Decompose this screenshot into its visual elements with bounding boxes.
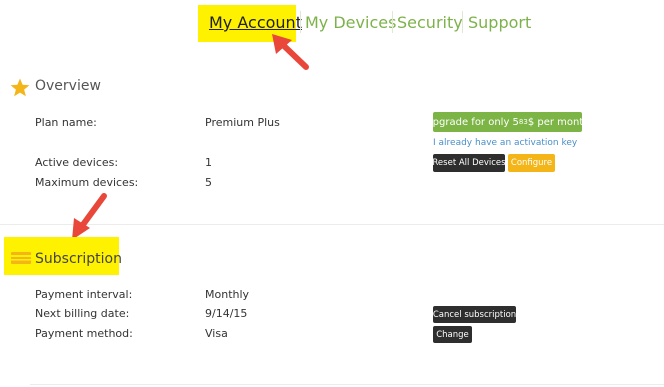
configure-button[interactable]: Configure xyxy=(508,154,555,172)
maximum-devices-value: 5 xyxy=(205,176,212,189)
upgrade-button[interactable]: Upgrade for only 5 83 $ per month xyxy=(425,112,590,132)
upgrade-button-label: Upgrade for only 5 xyxy=(425,116,519,128)
payment-method-label: Payment method: xyxy=(35,327,133,340)
top-nav: My Account My Devices Security Support xyxy=(0,0,664,44)
reset-all-devices-button[interactable]: Reset All Devices xyxy=(432,154,506,172)
payment-interval-label: Payment interval: xyxy=(35,288,133,301)
nav-separator xyxy=(462,11,463,33)
active-devices-label: Active devices: xyxy=(35,156,119,169)
plan-name-label: Plan name: xyxy=(35,116,97,129)
payment-interval-value: Monthly xyxy=(205,288,250,301)
plan-name-value: Premium Plus xyxy=(205,116,280,129)
payment-method-value: Visa xyxy=(205,327,228,340)
section-divider xyxy=(30,384,664,385)
maximum-devices-label: Maximum devices: xyxy=(35,176,139,189)
upgrade-button-suffix: $ per month xyxy=(527,116,590,128)
tab-security[interactable]: Security xyxy=(397,13,463,32)
next-billing-date-value: 9/14/15 xyxy=(205,307,248,320)
overview-title: Overview xyxy=(35,78,101,94)
change-payment-button[interactable]: Change xyxy=(433,326,472,343)
tab-support[interactable]: Support xyxy=(468,13,531,32)
tab-my-devices[interactable]: My Devices xyxy=(305,13,396,32)
star-icon xyxy=(10,78,30,97)
nav-separator xyxy=(392,11,393,33)
activation-key-link[interactable]: I already have an activation key xyxy=(433,138,577,148)
next-billing-date-label: Next billing date: xyxy=(35,307,130,320)
card-icon xyxy=(11,252,31,264)
annotation-arrow-icon xyxy=(272,34,309,70)
active-devices-value: 1 xyxy=(205,156,212,169)
cancel-subscription-button[interactable]: Cancel subscription xyxy=(433,306,516,323)
subscription-title: Subscription xyxy=(35,251,122,267)
upgrade-price-cents: 83 xyxy=(518,118,528,126)
